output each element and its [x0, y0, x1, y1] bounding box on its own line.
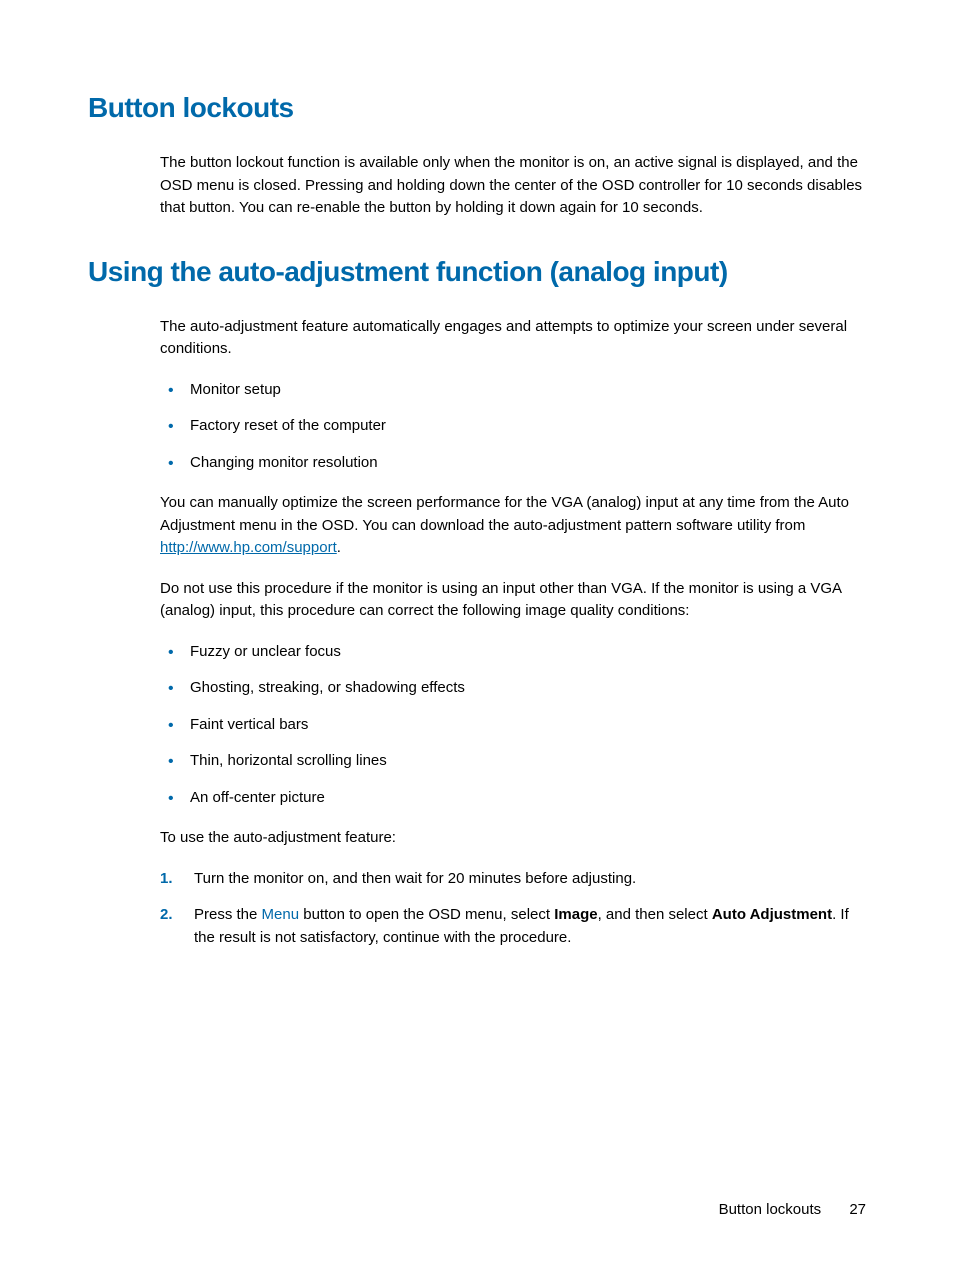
section-heading-button-lockouts: Button lockouts: [88, 92, 866, 124]
text-span: button to open the OSD menu, select: [299, 906, 554, 923]
list-item: Changing monitor resolution: [160, 452, 866, 475]
list-item: Factory reset of the computer: [160, 415, 866, 438]
vga-warning-paragraph: Do not use this procedure if the monitor…: [160, 578, 866, 623]
button-lockouts-paragraph: The button lockout function is available…: [160, 152, 866, 220]
section-heading-auto-adjustment: Using the auto-adjustment function (anal…: [88, 256, 866, 288]
text-span: You can manually optimize the screen per…: [160, 494, 849, 534]
step-item: Turn the monitor on, and then wait for 2…: [160, 868, 866, 891]
manual-optimize-paragraph: You can manually optimize the screen per…: [160, 492, 866, 560]
auto-adjust-intro: The auto-adjustment feature automaticall…: [160, 316, 866, 361]
to-use-heading: To use the auto-adjustment feature:: [160, 827, 866, 850]
image-label: Image: [554, 906, 597, 923]
text-span: , and then select: [598, 906, 712, 923]
footer-title: Button lockouts: [719, 1201, 822, 1218]
steps-list: Turn the monitor on, and then wait for 2…: [160, 868, 866, 950]
list-item: Fuzzy or unclear focus: [160, 641, 866, 664]
page-number: 27: [849, 1201, 866, 1218]
auto-adjustment-label: Auto Adjustment: [712, 906, 832, 923]
step-item: Press the Menu button to open the OSD me…: [160, 904, 866, 949]
hp-support-link[interactable]: http://www.hp.com/support: [160, 539, 337, 556]
conditions-list: Monitor setup Factory reset of the compu…: [160, 379, 866, 475]
page-footer: Button lockouts 27: [719, 1201, 866, 1218]
list-item: Thin, horizontal scrolling lines: [160, 750, 866, 773]
text-span: Press the: [194, 906, 262, 923]
menu-button-label: Menu: [262, 906, 300, 923]
list-item: Faint vertical bars: [160, 714, 866, 737]
list-item: Monitor setup: [160, 379, 866, 402]
list-item: Ghosting, streaking, or shadowing effect…: [160, 677, 866, 700]
text-span: .: [337, 539, 341, 556]
list-item: An off-center picture: [160, 787, 866, 810]
quality-conditions-list: Fuzzy or unclear focus Ghosting, streaki…: [160, 641, 866, 810]
